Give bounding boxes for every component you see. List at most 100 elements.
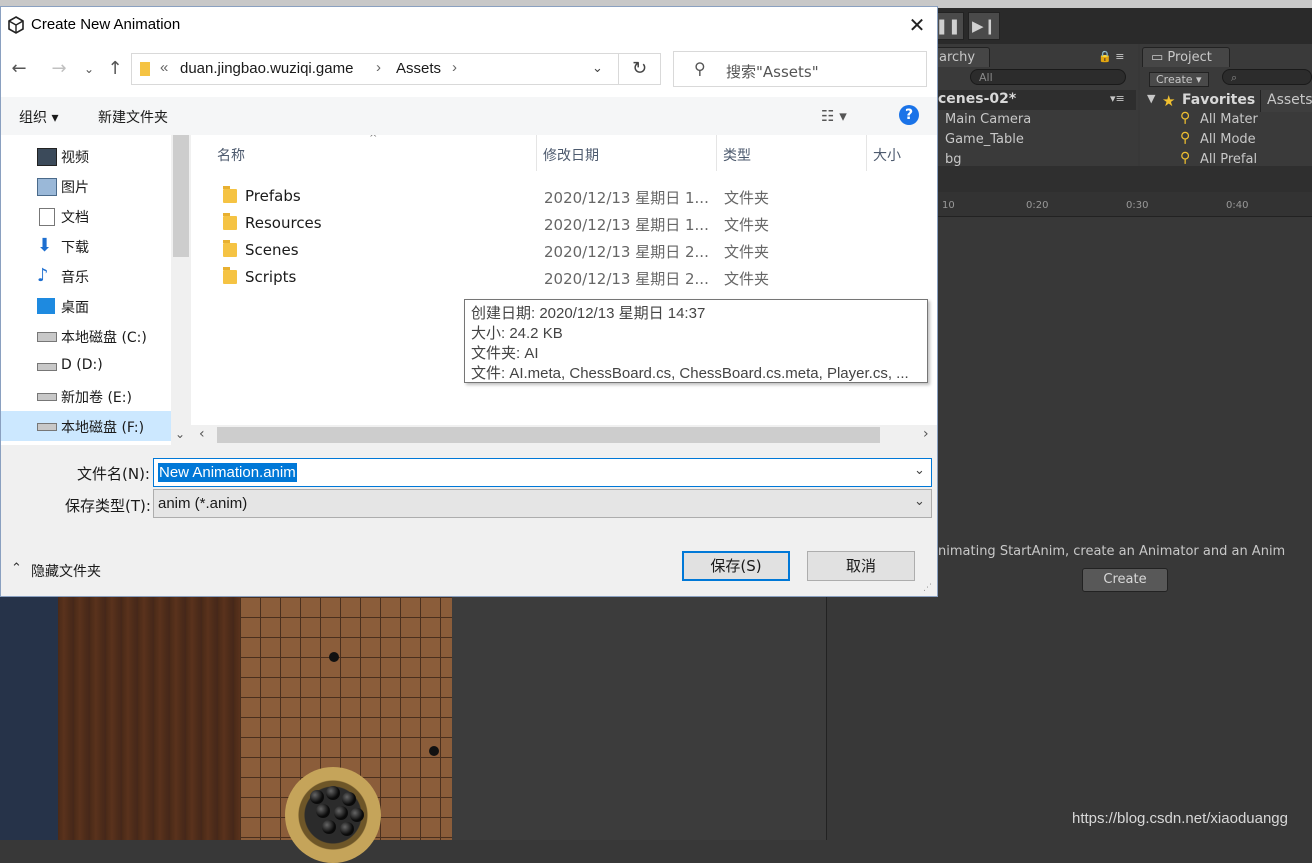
nav-item-drive-d[interactable]: D (D:) xyxy=(1,351,171,381)
scroll-down-icon[interactable]: ⌄ xyxy=(175,427,185,441)
project-search[interactable]: ⌕ xyxy=(1222,69,1312,85)
resize-grip-icon[interactable]: ⋰ xyxy=(923,583,932,593)
lock-icon[interactable]: 🔒 ≡ xyxy=(1098,50,1124,63)
project-tab[interactable]: ▭ Project xyxy=(1142,47,1230,67)
nav-item-music[interactable]: ♪ 音乐 xyxy=(1,261,171,291)
folder-icon: ▭ xyxy=(1151,50,1168,65)
column-header-name[interactable]: 名称 xyxy=(217,145,245,165)
address-bar[interactable]: « duan.jingbao.wuziqi.game › Assets › ⌄ xyxy=(131,53,619,85)
nav-scrollbar-thumb[interactable] xyxy=(173,135,189,257)
hide-folders-toggle[interactable]: 隐藏文件夹 xyxy=(31,561,101,581)
search-icon: ⚲ xyxy=(1180,150,1191,166)
filetype-dropdown-icon[interactable]: ⌄ xyxy=(914,494,925,509)
timeline-ruler[interactable]: 10 0:20 0:30 0:40 xyxy=(938,192,1312,217)
chevron-up-icon[interactable]: ⌃ xyxy=(11,561,22,576)
assets-label[interactable]: Assets xyxy=(1267,92,1312,108)
nav-item-pictures[interactable]: 图片 xyxy=(1,171,171,201)
column-divider[interactable] xyxy=(716,135,717,171)
breadcrumb-segment[interactable]: Assets xyxy=(396,60,441,77)
save-dialog: Create New Animation ✕ ← → ⌄ ↑ « duan.ji… xyxy=(0,6,938,597)
filename-value[interactable]: New Animation.anim xyxy=(158,463,297,482)
nav-item-desktop[interactable]: 桌面 xyxy=(1,291,171,321)
search-icon: ⚲ xyxy=(1180,110,1191,126)
filetype-label: 保存类型(T): xyxy=(65,497,151,515)
new-folder-button[interactable]: 新建文件夹 xyxy=(98,107,168,127)
breadcrumb-separator-icon[interactable]: › xyxy=(376,59,381,76)
create-animator-button[interactable]: Create xyxy=(1082,568,1168,592)
drive-icon xyxy=(37,393,57,401)
nav-item-videos[interactable]: 视频 xyxy=(1,141,171,171)
recent-locations-chevron-icon[interactable]: ⌄ xyxy=(79,59,99,79)
black-stone xyxy=(310,790,324,804)
step-icon[interactable]: ▶❙ xyxy=(968,12,1000,40)
save-button[interactable]: 保存(S) xyxy=(682,551,790,581)
nav-item-label: 本地磁盘 (C:) xyxy=(61,330,147,346)
column-divider[interactable] xyxy=(866,135,867,171)
column-header-size[interactable]: 大小 xyxy=(873,145,901,165)
close-icon[interactable]: ✕ xyxy=(905,13,929,37)
up-arrow-icon[interactable]: ↑ xyxy=(105,59,125,79)
black-stone xyxy=(342,792,356,806)
nav-item-documents[interactable]: 文档 xyxy=(1,201,171,231)
folder-icon xyxy=(223,213,237,230)
nav-item-drive-f[interactable]: 本地磁盘 (F:) xyxy=(1,411,171,441)
file-type: 文件夹 xyxy=(724,189,770,207)
favorite-item[interactable]: All Mater xyxy=(1200,112,1258,127)
address-dropdown-icon[interactable]: ⌄ xyxy=(592,60,603,76)
black-stone xyxy=(340,822,354,836)
black-stone xyxy=(322,820,336,834)
file-row[interactable]: Scenes 2020/12/13 星期日 2... 文件夹 xyxy=(211,237,911,263)
breadcrumb-segment[interactable]: duan.jingbao.wuziqi.game xyxy=(180,60,353,77)
nav-item-drive-c[interactable]: 本地磁盘 (C:) xyxy=(1,321,171,351)
hierarchy-search[interactable]: All xyxy=(970,69,1126,85)
scroll-right-icon[interactable]: › xyxy=(923,426,929,442)
search-box[interactable]: ⚲ 搜索"Assets" xyxy=(673,51,927,87)
project-create-button[interactable]: Create ▾ xyxy=(1149,72,1209,87)
file-row[interactable]: Prefabs 2020/12/13 星期日 1... 文件夹 xyxy=(211,183,911,209)
help-icon[interactable]: ? xyxy=(899,105,919,125)
favorite-item[interactable]: All Prefal xyxy=(1200,152,1257,167)
view-options-icon[interactable]: ☷ ▾ xyxy=(821,107,847,125)
filename-dropdown-icon[interactable]: ⌄ xyxy=(914,463,925,478)
file-list-hscrollbar[interactable]: ‹ › xyxy=(191,425,937,445)
organize-button[interactable]: 组织 ▾ xyxy=(19,107,58,127)
expand-arrow-icon[interactable]: ▼ xyxy=(1147,92,1155,105)
nav-item-downloads[interactable]: ⬇ 下载 xyxy=(1,231,171,261)
dialog-titlebar: Create New Animation ✕ xyxy=(1,7,937,43)
file-row[interactable]: Resources 2020/12/13 星期日 1... 文件夹 xyxy=(211,210,911,236)
scroll-left-icon[interactable]: ‹ xyxy=(199,426,205,442)
tooltip-files: 文件: AI.meta, ChessBoard.cs, ChessBoard.c… xyxy=(471,365,909,382)
file-row[interactable]: Scripts 2020/12/13 星期日 2... 文件夹 xyxy=(211,264,911,290)
hierarchy-tab[interactable]: archy xyxy=(930,47,990,67)
hscroll-thumb[interactable] xyxy=(217,427,880,443)
nav-item-drive-e[interactable]: 新加卷 (E:) xyxy=(1,381,171,411)
hierarchy-item[interactable]: Main Camera xyxy=(945,112,1031,127)
unity-logo-icon xyxy=(8,16,24,34)
breadcrumb-separator-icon[interactable]: › xyxy=(452,59,457,76)
favorites-label[interactable]: Favorites xyxy=(1182,92,1255,108)
forward-arrow-icon[interactable]: → xyxy=(49,59,69,79)
column-header-type[interactable]: 类型 xyxy=(723,145,751,165)
favorite-item[interactable]: All Mode xyxy=(1200,132,1256,147)
video-icon xyxy=(37,148,57,166)
column-header-modified[interactable]: 修改日期 xyxy=(543,145,599,165)
filename-input[interactable]: New Animation.anim ⌄ xyxy=(153,458,932,487)
board-star-point xyxy=(329,652,339,662)
scene-name[interactable]: cenes-02* xyxy=(938,91,1016,107)
hierarchy-item[interactable]: bg xyxy=(945,152,962,167)
folder-icon xyxy=(223,186,237,203)
ruler-tick: 0:20 xyxy=(1026,200,1049,211)
black-stone xyxy=(334,806,348,820)
scene-menu-icon[interactable]: ▾≡ xyxy=(1110,92,1125,105)
scene-background-strip xyxy=(0,597,58,840)
filetype-select[interactable]: anim (*.anim) ⌄ xyxy=(153,489,932,518)
breadcrumb-overflow[interactable]: « xyxy=(160,59,168,76)
back-arrow-icon[interactable]: ← xyxy=(9,59,29,79)
hierarchy-item[interactable]: Game_Table xyxy=(945,132,1024,147)
refresh-icon[interactable]: ↻ xyxy=(619,53,661,85)
file-type: 文件夹 xyxy=(724,243,770,261)
column-divider[interactable] xyxy=(536,135,537,171)
black-stone xyxy=(316,804,330,818)
dialog-title: Create New Animation xyxy=(31,16,181,33)
cancel-button[interactable]: 取消 xyxy=(807,551,915,581)
